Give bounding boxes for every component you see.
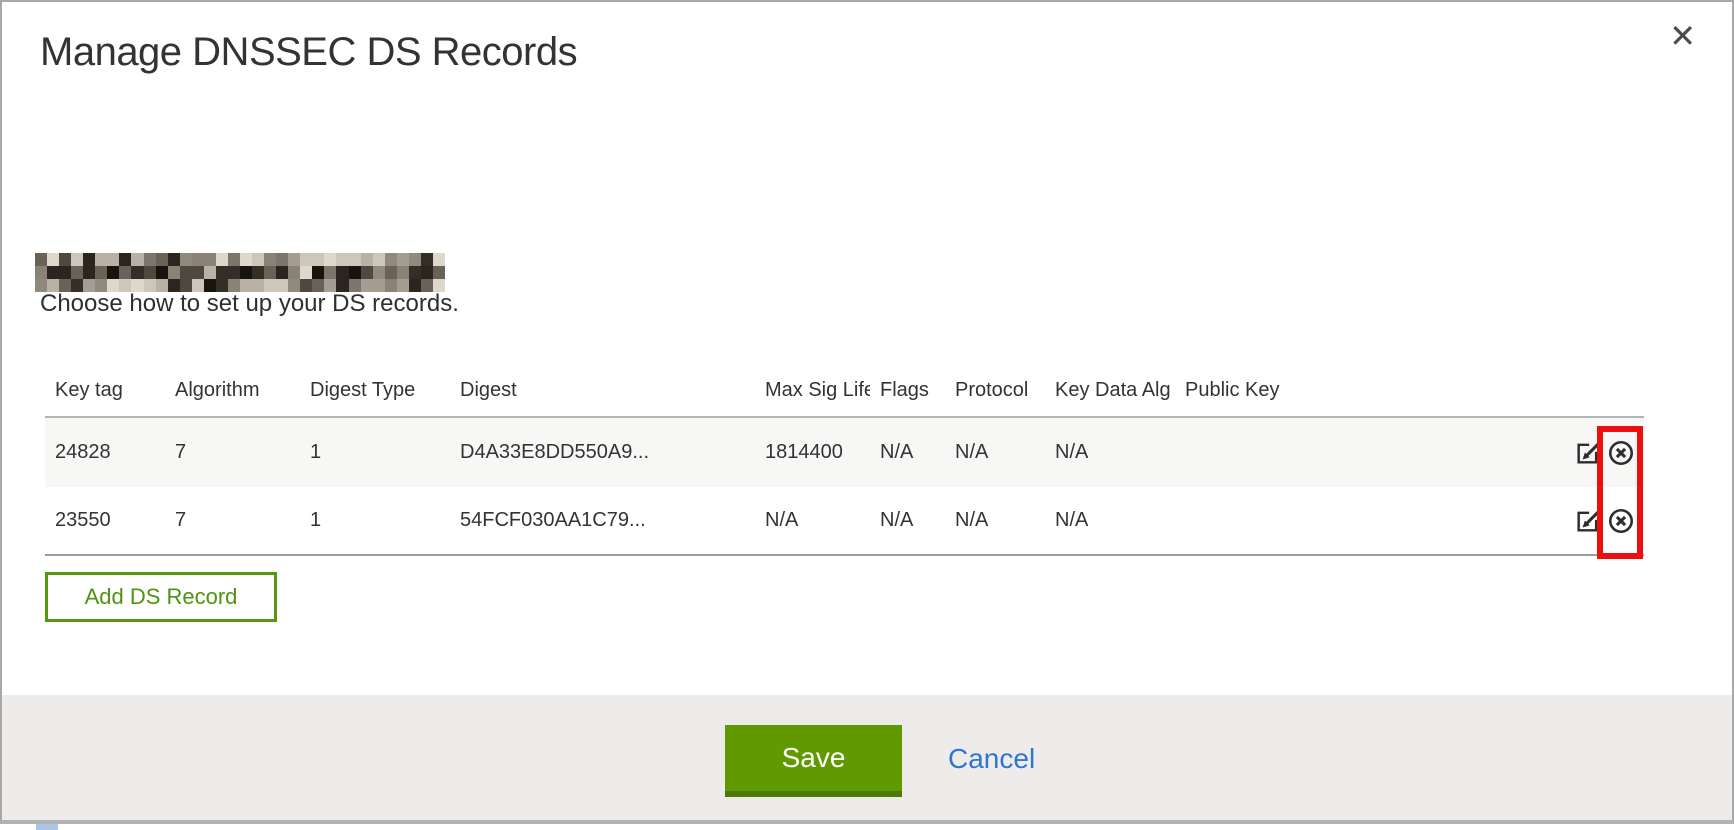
cell-digest: D4A33E8DD550A9...	[450, 441, 755, 464]
cell-max-sig-life: 1814400	[755, 441, 870, 464]
column-header-max-sig-life: Max Sig Life	[755, 379, 870, 402]
cell-digest: 54FCF030AA1C79...	[450, 509, 755, 532]
cell-flags: N/A	[870, 509, 945, 532]
column-header-digest-type: Digest Type	[300, 379, 450, 402]
cell-protocol: N/A	[945, 441, 1045, 464]
close-icon[interactable]: ✕	[1669, 20, 1696, 52]
cell-key-data-alg: N/A	[1045, 441, 1175, 464]
modal-footer: Save Cancel	[2, 695, 1732, 820]
row-actions	[1520, 506, 1644, 536]
delete-record-icon[interactable]	[1606, 506, 1636, 536]
cell-digest-type: 1	[300, 441, 450, 464]
table-header-row: Key tag Algorithm Digest Type Digest Max…	[45, 362, 1644, 418]
save-button[interactable]: Save	[725, 725, 902, 797]
dnssec-ds-records-modal: Manage DNSSEC DS Records ✕ Choose how to…	[0, 0, 1734, 824]
table-row: 24828 7 1 D4A33E8DD550A9... 1814400 N/A …	[45, 418, 1644, 487]
edit-record-icon[interactable]	[1573, 438, 1603, 468]
column-header-digest: Digest	[450, 379, 755, 402]
column-header-key-data-alg: Key Data Alg	[1045, 379, 1175, 402]
cell-algorithm: 7	[165, 441, 300, 464]
row-actions	[1520, 438, 1644, 468]
cell-key-data-alg: N/A	[1045, 509, 1175, 532]
cancel-link[interactable]: Cancel	[948, 743, 1035, 775]
column-header-algorithm: Algorithm	[165, 379, 300, 402]
cell-key-tag: 24828	[45, 441, 165, 464]
cell-key-tag: 23550	[45, 509, 165, 532]
edit-record-icon[interactable]	[1573, 506, 1603, 536]
cell-digest-type: 1	[300, 509, 450, 532]
cell-flags: N/A	[870, 441, 945, 464]
instruction-text: Choose how to set up your DS records.	[40, 290, 459, 318]
column-header-flags: Flags	[870, 379, 945, 402]
ds-records-table: Key tag Algorithm Digest Type Digest Max…	[45, 362, 1644, 556]
cell-algorithm: 7	[165, 509, 300, 532]
column-header-key-tag: Key tag	[45, 379, 165, 402]
add-ds-record-button[interactable]: Add DS Record	[45, 572, 277, 622]
page-title: Manage DNSSEC DS Records	[40, 30, 577, 75]
column-header-public-key: Public Key	[1175, 379, 1520, 402]
cell-protocol: N/A	[945, 509, 1045, 532]
cell-max-sig-life: N/A	[755, 509, 870, 532]
background-page-artifact	[36, 824, 58, 830]
table-row: 23550 7 1 54FCF030AA1C79... N/A N/A N/A …	[45, 487, 1644, 556]
redacted-domain-name	[35, 253, 445, 292]
delete-record-icon[interactable]	[1606, 438, 1636, 468]
column-header-protocol: Protocol	[945, 379, 1045, 402]
